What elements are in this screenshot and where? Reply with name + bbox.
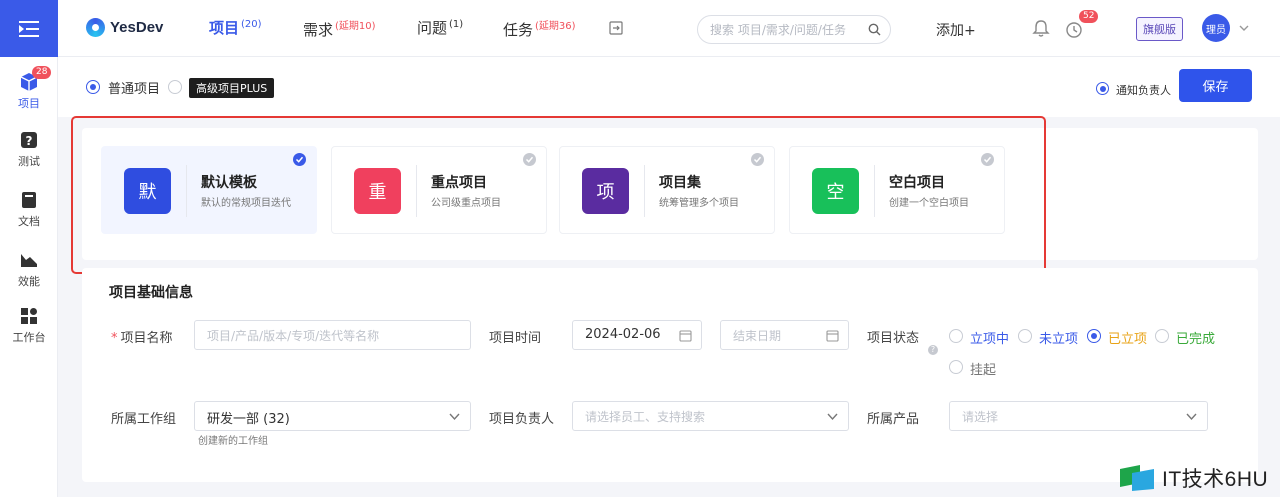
watermark-text: IT技术6HU bbox=[1162, 468, 1269, 491]
status-radio[interactable] bbox=[949, 360, 963, 374]
rail-item-label: 测试 bbox=[18, 155, 40, 168]
work-group-label: 所属工作组 bbox=[111, 412, 177, 427]
rail-item-docs[interactable]: 文档 bbox=[0, 190, 58, 229]
required-mark: * bbox=[111, 331, 118, 346]
chevron-down-icon bbox=[827, 413, 838, 421]
status-radio[interactable] bbox=[1155, 329, 1169, 343]
product-label: 所属产品 bbox=[867, 412, 920, 427]
watermark: IT技术6HU bbox=[1118, 463, 1268, 493]
plus-project-radio[interactable] bbox=[168, 80, 182, 94]
logo-mark-icon bbox=[86, 18, 105, 37]
end-date-picker[interactable]: 结束日期 bbox=[720, 320, 849, 350]
status-option-label[interactable]: 已立项 bbox=[1108, 328, 1147, 347]
logo-text: YesDev bbox=[110, 19, 164, 36]
menu-toggle-button[interactable] bbox=[0, 0, 58, 57]
project-time-label: 项目时间 bbox=[489, 331, 542, 346]
work-group-select[interactable]: 研发一部 (32) bbox=[194, 401, 471, 431]
save-button[interactable]: 保存 bbox=[1179, 69, 1252, 102]
avatar[interactable]: 理员 bbox=[1202, 14, 1230, 42]
highlight-box bbox=[71, 116, 1046, 274]
normal-project-label[interactable]: 普通项目 bbox=[108, 78, 160, 97]
grid-icon bbox=[21, 308, 37, 324]
add-button[interactable]: 添加+ bbox=[936, 20, 976, 40]
nav-issues[interactable]: 问题 (1) bbox=[417, 17, 463, 38]
project-type-row: 普通项目 高级项目PLUS 通知负责人 保存 bbox=[58, 57, 1280, 117]
rail-item-efficiency[interactable]: 效能 bbox=[0, 250, 58, 289]
status-option-label[interactable]: 已完成 bbox=[1176, 328, 1215, 347]
alarm-clock-icon[interactable] bbox=[1064, 19, 1084, 39]
nav-label: 需求 bbox=[303, 21, 334, 39]
rail-item-label: 项目 bbox=[18, 97, 40, 110]
nav-count: (延期10) bbox=[335, 21, 376, 32]
edition-badge[interactable]: 旗舰版 bbox=[1136, 17, 1183, 41]
notify-owner-checkbox[interactable] bbox=[1096, 82, 1109, 95]
nav-label: 任务 bbox=[503, 21, 534, 39]
nav-label: 项目 bbox=[209, 19, 240, 37]
menu-fold-icon bbox=[19, 20, 39, 37]
product-select[interactable]: 请选择 bbox=[949, 401, 1208, 431]
exit-icon[interactable] bbox=[609, 21, 623, 35]
rail-item-label: 效能 bbox=[18, 275, 40, 288]
project-name-input[interactable]: 项目/产品/版本/专项/迭代等名称 bbox=[194, 320, 471, 350]
bell-icon[interactable] bbox=[1032, 19, 1050, 38]
trend-chart-icon bbox=[21, 254, 37, 267]
reminder-count-badge: 52 bbox=[1079, 10, 1099, 23]
notify-owner-label[interactable]: 通知负责人 bbox=[1116, 82, 1171, 98]
nav-requirements[interactable]: 需求 (延期10) bbox=[303, 17, 376, 40]
form-section-title: 项目基础信息 bbox=[109, 285, 193, 301]
status-radio[interactable] bbox=[949, 329, 963, 343]
rail-item-test[interactable]: ? 测试 bbox=[0, 130, 58, 169]
watermark-logo-icon bbox=[1120, 465, 1154, 491]
book-icon bbox=[22, 192, 36, 208]
status-option-label[interactable]: 挂起 bbox=[970, 359, 996, 378]
status-option-label[interactable]: 立项中 bbox=[970, 328, 1009, 347]
project-owner-select[interactable]: 请选择员工、支持搜索 bbox=[572, 401, 849, 431]
count-badge: 28 bbox=[32, 66, 52, 79]
rail-item-label: 工作台 bbox=[12, 331, 46, 344]
nav-tasks[interactable]: 任务 (延期36) bbox=[503, 17, 576, 40]
placeholder: 结束日期 bbox=[733, 329, 782, 343]
status-radio[interactable] bbox=[1018, 329, 1032, 343]
rail-item-label: 文档 bbox=[18, 215, 40, 228]
start-date-value: 2024-02-06 bbox=[585, 327, 661, 342]
test-help-icon: ? bbox=[21, 132, 37, 148]
search-box[interactable] bbox=[697, 15, 891, 44]
chevron-down-icon bbox=[1186, 413, 1197, 421]
normal-project-radio[interactable] bbox=[86, 80, 100, 94]
rail-item-workbench[interactable]: 工作台 bbox=[0, 306, 58, 345]
calendar-icon bbox=[826, 330, 839, 342]
placeholder: 请选择 bbox=[962, 410, 999, 424]
status-option-label[interactable]: 未立项 bbox=[1039, 328, 1078, 347]
top-bar: YesDev 项目(20) 需求(延期10) 问题(1) 任务(延期36) 添加… bbox=[58, 0, 1280, 57]
nav-projects[interactable]: 项目 (20) bbox=[209, 17, 262, 38]
project-owner-label: 项目负责人 bbox=[489, 412, 555, 427]
placeholder: 请选择员工、支持搜索 bbox=[585, 410, 706, 424]
left-rail: 项目 28 ? 测试 文档 效能 工作台 bbox=[0, 0, 58, 497]
calendar-icon bbox=[679, 330, 692, 342]
search-icon bbox=[868, 23, 881, 36]
logo[interactable]: YesDev bbox=[86, 18, 163, 37]
form-panel bbox=[82, 268, 1258, 482]
placeholder: 项目/产品/版本/专项/迭代等名称 bbox=[207, 329, 380, 343]
nav-count: (延期36) bbox=[535, 21, 576, 32]
chevron-down-icon bbox=[449, 413, 460, 421]
rail-item-projects[interactable]: 项目 28 bbox=[0, 66, 58, 111]
field-label: 项目名称 bbox=[120, 331, 173, 346]
plus-project-tag[interactable]: 高级项目PLUS bbox=[189, 78, 275, 98]
help-icon[interactable]: ? bbox=[928, 345, 938, 355]
search-input[interactable] bbox=[698, 16, 858, 43]
nav-count: (1) bbox=[449, 19, 464, 30]
create-work-group-link[interactable]: 创建新的工作组 bbox=[198, 432, 268, 447]
nav-label: 问题 bbox=[417, 19, 448, 37]
status-radio[interactable] bbox=[1087, 329, 1101, 343]
svg-text:?: ? bbox=[26, 134, 33, 148]
nav-count: (20) bbox=[241, 19, 262, 30]
project-status-label: 项目状态 bbox=[867, 331, 920, 346]
work-group-value: 研发一部 (32) bbox=[207, 412, 290, 427]
project-name-label: * 项目名称 bbox=[111, 327, 173, 346]
chevron-down-icon[interactable] bbox=[1239, 24, 1249, 32]
start-date-picker[interactable]: 2024-02-06 bbox=[572, 320, 702, 350]
